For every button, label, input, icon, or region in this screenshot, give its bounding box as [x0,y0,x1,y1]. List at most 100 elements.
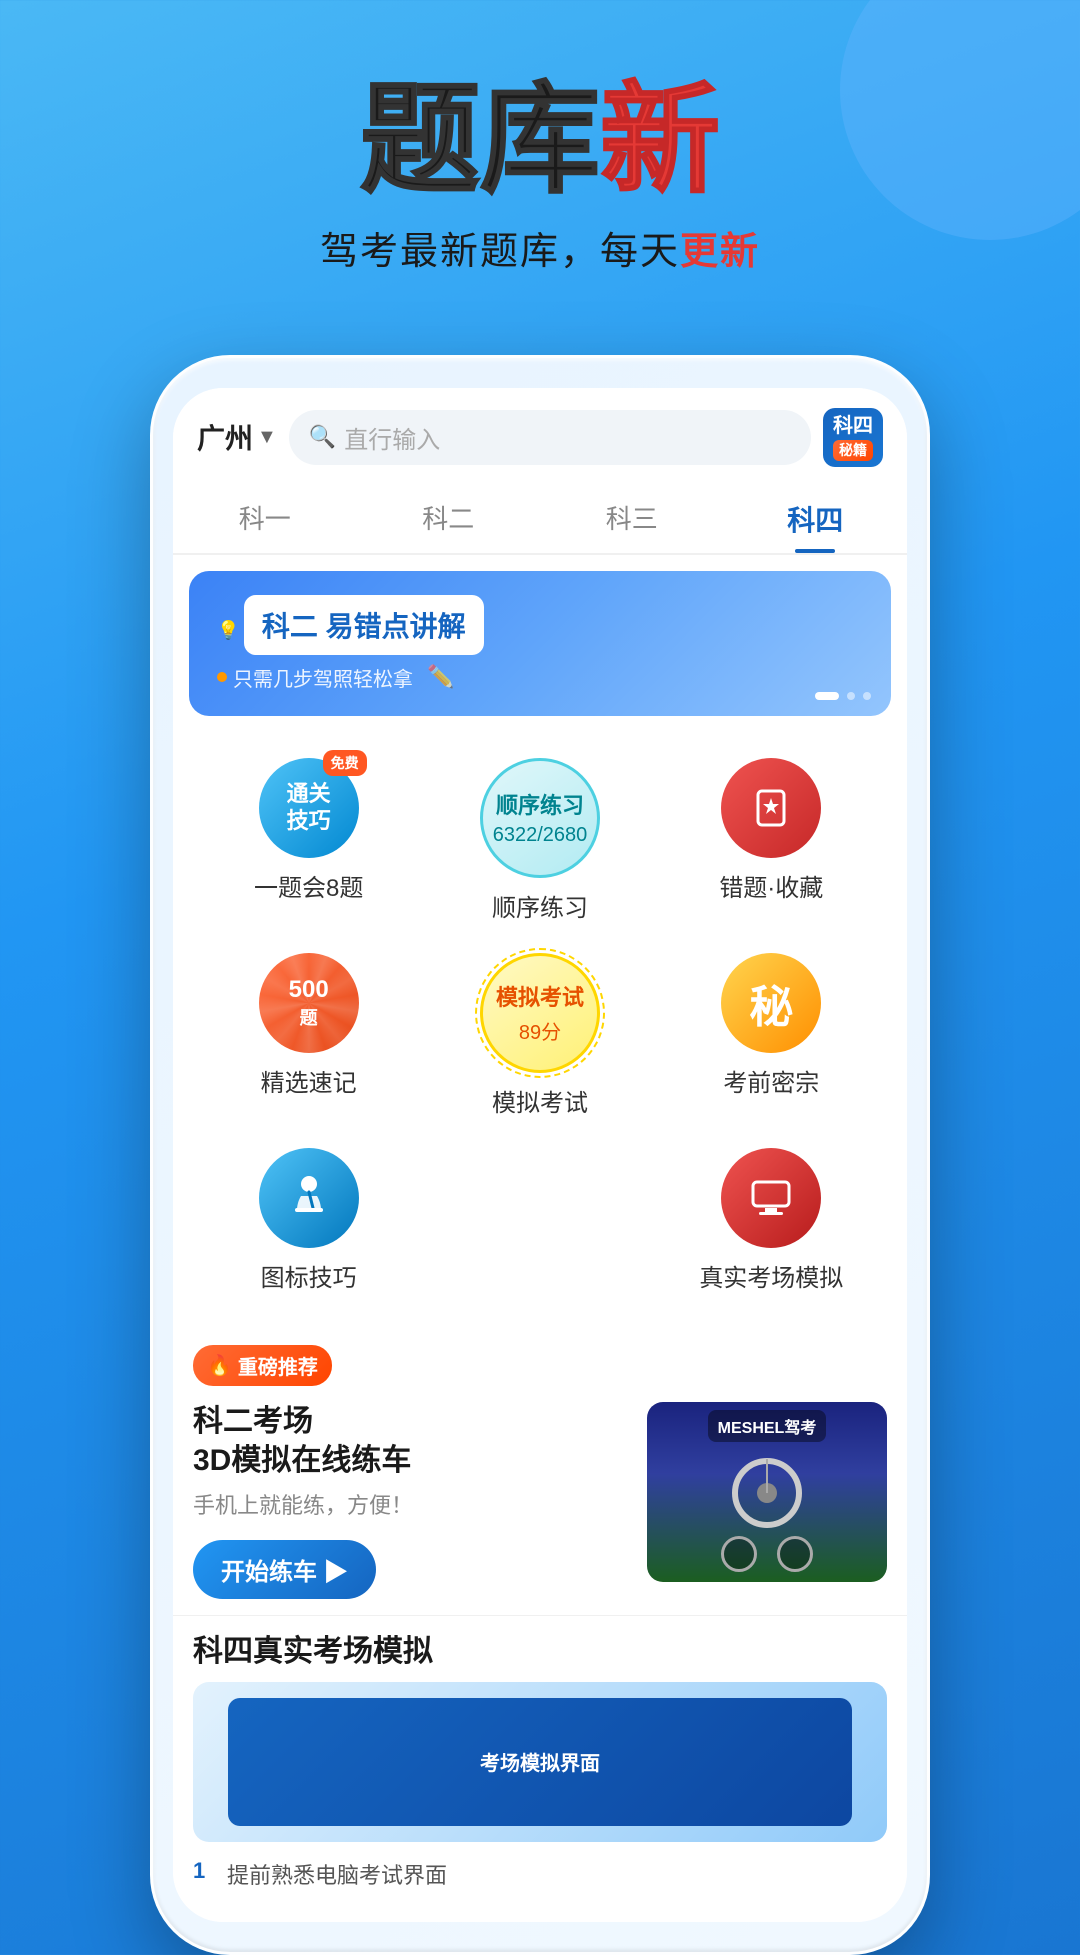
tongguan-icon: 通关技巧 免费 [259,758,359,858]
list-num: 1 [193,1858,217,1884]
speed-memory-label: 精选速记 [261,1063,357,1098]
promo-banner[interactable]: 💡 科二 易错点讲解 只需几步驾照轻松拿 ✏️ [189,571,891,716]
banner-indicator [815,692,871,700]
bookmark-star-icon [746,783,796,833]
list-item: 1 提前熟悉电脑考试界面 [193,1852,887,1896]
phone-mockup: 广州 ▼ 🔍 直行输入 科四 秘籍 科一 科二 [150,355,930,1955]
sequential-circle: 顺序练习 6322/2680 [480,758,600,878]
error-collect-label: 错题·收藏 [719,868,823,903]
banner-title-text: 科二 易错点讲解 [262,611,466,642]
rec2-section: 科四真实考场模拟 考场模拟界面 1 提前熟悉电脑考试界面 [173,1615,907,1922]
feature-real-exam[interactable]: 真实考场模拟 [656,1138,887,1313]
feature-mock-exam[interactable]: 模拟考试 89分 模拟考试 [424,943,655,1138]
grid-placeholder [424,1138,655,1313]
banner-title-box: 科二 易错点讲解 [244,595,484,655]
hero-section: 题库新 驾考最新题库，每天更新 [0,0,1080,315]
rec-image-bg: MESHEL驾考 [647,1402,887,1582]
city-label: 广州 [197,417,253,457]
rec2-image: 考场模拟界面 [193,1682,887,1842]
steering-wheel-spoke [766,1459,768,1493]
tab-ke4[interactable]: 科四 [724,487,908,553]
technique-label: 图标技巧 [261,1258,357,1293]
feature-technique[interactable]: 图标技巧 [193,1138,424,1313]
seatbelt-figure-icon [281,1170,337,1226]
rec-image-brand: MESHEL驾考 [708,1410,827,1442]
nav-tabs: 科一 科二 科三 科四 [173,477,907,555]
banner-dot-icon [217,672,227,682]
list-text: 提前熟悉电脑考试界面 [227,1858,447,1890]
tab-ke2[interactable]: 科二 [357,487,541,553]
mock-exam-label: 模拟考试 [492,1083,588,1118]
ke4-label2: 秘籍 [833,440,873,461]
mock-exam-circle: 模拟考试 89分 [480,953,600,1073]
hero-title: 题库新 [40,80,1040,200]
phone-container: 广州 ▼ 🔍 直行输入 科四 秘籍 科一 科二 [150,355,930,1955]
speed-memory-decoration [255,949,363,1057]
rec-car-image: MESHEL驾考 [647,1402,887,1582]
rec-badge-text: 重磅推荐 [238,1351,318,1380]
error-collect-icon [721,758,821,858]
ke4-secret-badge[interactable]: 科四 秘籍 [823,408,883,467]
features-grid: 通关技巧 免费 一题会8题 顺序练习 6322/2680 顺序练习 [173,732,907,1329]
sequential-count: 6322/2680 [493,824,588,847]
hero-subtitle: 驾考最新题库，每天更新 [40,220,1040,275]
rec-title: 科二考场 3D模拟在线练车 [193,1402,627,1480]
hero-title-black: 题库 [360,73,600,207]
secret-key-icon: 秘 [721,953,821,1053]
recommendation-badge: 🔥 重磅推荐 [193,1345,332,1386]
monitor-icon [743,1170,799,1226]
recommendation-text: 科二考场 3D模拟在线练车 手机上就能练，方便！ 开始练车 ▶ [193,1402,627,1599]
gauge-right [777,1536,813,1572]
banner-dot-active [815,692,839,700]
search-placeholder: 直行输入 [344,420,440,455]
ke4-label1: 科四 [833,414,873,438]
feature-error-collect[interactable]: 错题·收藏 [656,748,887,943]
app-header: 广州 ▼ 🔍 直行输入 科四 秘籍 [173,388,907,477]
feature-secret-key[interactable]: 秘 考前密宗 [656,943,887,1138]
recommendation-content: 科二考场 3D模拟在线练车 手机上就能练，方便！ 开始练车 ▶ MESHEL驾考 [193,1402,887,1599]
tab-ke3[interactable]: 科三 [540,487,724,553]
city-selector[interactable]: 广州 ▼ [197,417,277,457]
recommendation-section: 🔥 重磅推荐 科二考场 3D模拟在线练车 手机上就能练，方便！ 开始练车 ▶ [173,1329,907,1615]
mock-exam-title: 模拟考试 [496,980,584,1012]
feature-speed-memory[interactable]: 500 题 精选速记 [193,943,424,1138]
secret-key-label: 考前密宗 [723,1063,819,1098]
tongguan-label: 一题会8题 [254,868,363,903]
banner-pencil-icon: ✏️ [427,664,454,690]
fire-icon: 🔥 [207,1353,232,1378]
steering-wheel [732,1458,802,1528]
mock-exam-score: 89分 [519,1016,561,1045]
banner-dot-2 [863,692,871,700]
gauge-left [721,1536,757,1572]
secret-key-icon-text: 秘 [749,971,793,1035]
dashboard-instruments [721,1536,813,1572]
real-exam-label: 真实考场模拟 [699,1258,843,1293]
banner-icon: 💡 [217,620,239,641]
search-icon: 🔍 [309,424,336,450]
sequential-title: 顺序练习 [496,788,584,820]
banner-subtitle: 只需几步驾照轻松拿 ✏️ [217,663,863,692]
rec2-image-text: 考场模拟界面 [480,1747,600,1776]
rec2-title: 科四真实考场模拟 [193,1626,887,1670]
free-badge: 免费 [323,750,367,776]
search-bar[interactable]: 🔍 直行输入 [289,410,811,465]
hero-title-red: 新 [600,73,720,207]
speed-memory-icon: 500 题 [259,953,359,1053]
tongguan-icon-text: 通关技巧 [287,781,331,834]
rec2-image-inner: 考场模拟界面 [228,1698,853,1826]
start-practice-button[interactable]: 开始练车 ▶ [193,1540,376,1599]
real-exam-icon [721,1148,821,1248]
hero-subtitle-red: 更新 [680,231,760,273]
banner-dot-1 [847,692,855,700]
rec-subtitle: 手机上就能练，方便！ [193,1488,627,1520]
city-chevron-icon: ▼ [257,426,277,449]
phone-screen: 广州 ▼ 🔍 直行输入 科四 秘籍 科一 科二 [173,388,907,1922]
feature-tongguan[interactable]: 通关技巧 免费 一题会8题 [193,748,424,943]
hero-subtitle-normal: 驾考最新题库，每天 [320,231,680,273]
feature-sequential[interactable]: 顺序练习 6322/2680 顺序练习 [424,748,655,943]
banner-content: 💡 科二 易错点讲解 只需几步驾照轻松拿 ✏️ [217,595,863,692]
sequential-label: 顺序练习 [492,888,588,923]
tab-ke1[interactable]: 科一 [173,487,357,553]
technique-icon [259,1148,359,1248]
rec2-list: 1 提前熟悉电脑考试界面 [193,1842,887,1906]
